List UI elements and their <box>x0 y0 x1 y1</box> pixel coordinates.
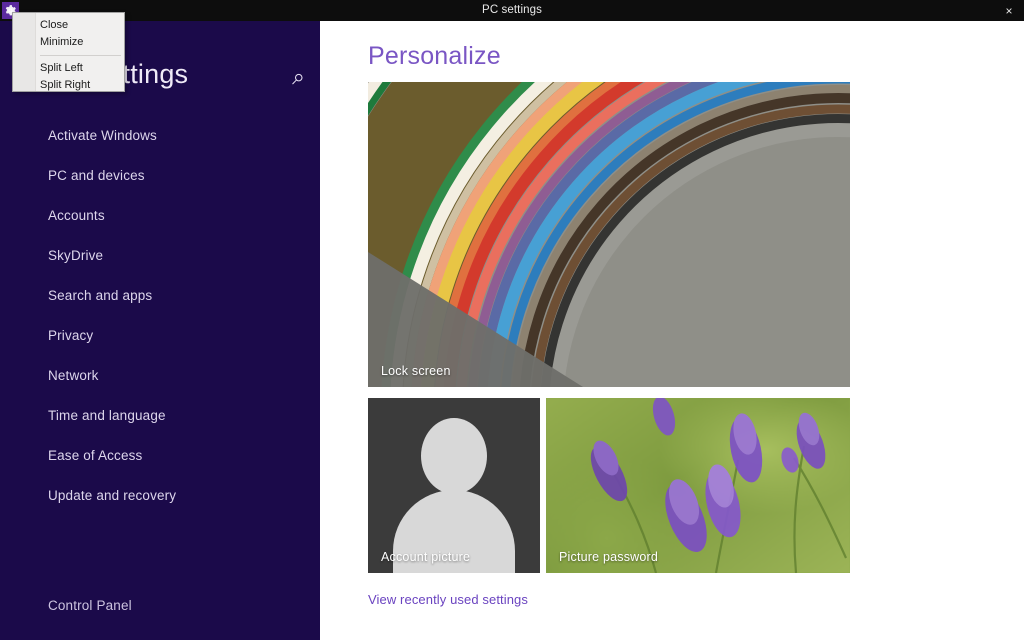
window-title: PC settings <box>482 4 542 16</box>
context-menu-separator <box>40 55 121 56</box>
sidebar-item-ease-of-access[interactable]: Ease of Access <box>0 436 320 476</box>
sidebar-item-update-and-recovery[interactable]: Update and recovery <box>0 476 320 516</box>
window-close-button[interactable]: × <box>994 0 1024 21</box>
sidebar-nav: Activate Windows PC and devices Accounts… <box>0 116 320 516</box>
context-menu-item-split-left[interactable]: Split Left <box>13 60 124 77</box>
control-panel-link[interactable]: Control Panel <box>48 598 132 613</box>
sidebar-item-search-and-apps[interactable]: Search and apps <box>0 276 320 316</box>
tile-account-picture[interactable]: Account picture <box>368 398 540 573</box>
sidebar-item-pc-and-devices[interactable]: PC and devices <box>0 156 320 196</box>
sidebar-item-accounts[interactable]: Accounts <box>0 196 320 236</box>
search-icon[interactable] <box>284 67 310 91</box>
sidebar-item-time-and-language[interactable]: Time and language <box>0 396 320 436</box>
context-menu-item-minimize[interactable]: Minimize <box>13 34 124 51</box>
lock-screen-image <box>368 82 850 387</box>
context-menu-item-split-right[interactable]: Split Right <box>13 77 124 94</box>
title-bar: PC settings × <box>0 0 1024 21</box>
sidebar-item-skydrive[interactable]: SkyDrive <box>0 236 320 276</box>
page-title: Personalize <box>368 42 501 70</box>
sidebar-item-activate-windows[interactable]: Activate Windows <box>0 116 320 156</box>
tile-lock-screen[interactable]: Lock screen <box>368 82 850 387</box>
main-content: Personalize Lock screen Account picture … <box>320 21 1024 640</box>
pc-settings-window: PC settings × PC settings Activate Windo… <box>0 0 1024 640</box>
sidebar-item-privacy[interactable]: Privacy <box>0 316 320 356</box>
view-recently-used-settings-link[interactable]: View recently used settings <box>368 592 528 607</box>
sidebar-item-network[interactable]: Network <box>0 356 320 396</box>
window-context-menu: Close Minimize Split Left Split Right <box>12 12 125 92</box>
tile-picture-password[interactable]: Picture password <box>546 398 850 573</box>
context-menu-item-close[interactable]: Close <box>13 17 124 34</box>
sidebar: PC settings Activate Windows PC and devi… <box>0 21 320 640</box>
